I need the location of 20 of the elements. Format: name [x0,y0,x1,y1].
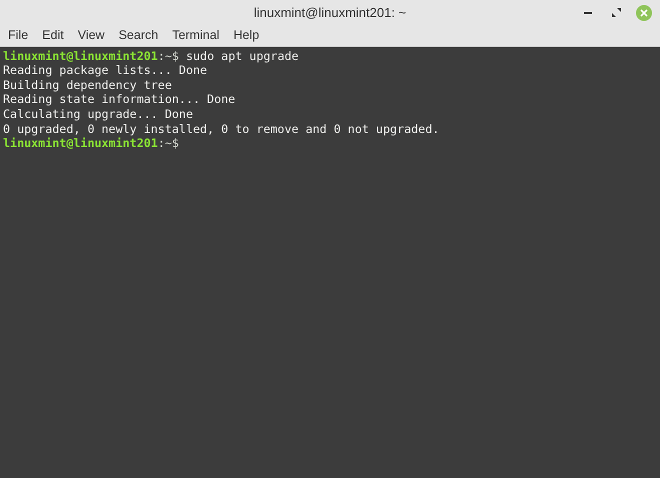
menu-item[interactable]: Terminal [172,26,220,45]
menu-item[interactable]: File [8,26,28,45]
menu-item[interactable]: Search [118,26,158,45]
window-title: linuxmint@linuxmint201: ~ [254,4,406,22]
restore-icon [612,8,620,17]
menu-item[interactable]: Edit [42,26,64,45]
output-line: Building dependency tree [3,76,172,94]
prompt-path: :~$ [158,48,179,65]
prompt-path: :~$ [158,135,179,152]
output-line: Reading package lists... Done [3,62,208,80]
command-text: sudo apt upgrade [184,48,299,65]
menu-item[interactable]: Help [233,26,260,45]
output-line: 0 upgraded, 0 newly installed, 0 to remove and 0 not upgraded. [3,120,440,138]
prompt-user: linuxmint@linuxmint201 [3,136,158,152]
output-line: Reading state information... Done [3,92,236,108]
minimize-icon [584,11,592,14]
menu-item[interactable]: View [78,26,105,45]
output-line: Calculating upgrade... Done [3,106,193,123]
prompt-user: linuxmint@linuxmint201 [3,48,158,65]
close-icon [640,8,648,16]
